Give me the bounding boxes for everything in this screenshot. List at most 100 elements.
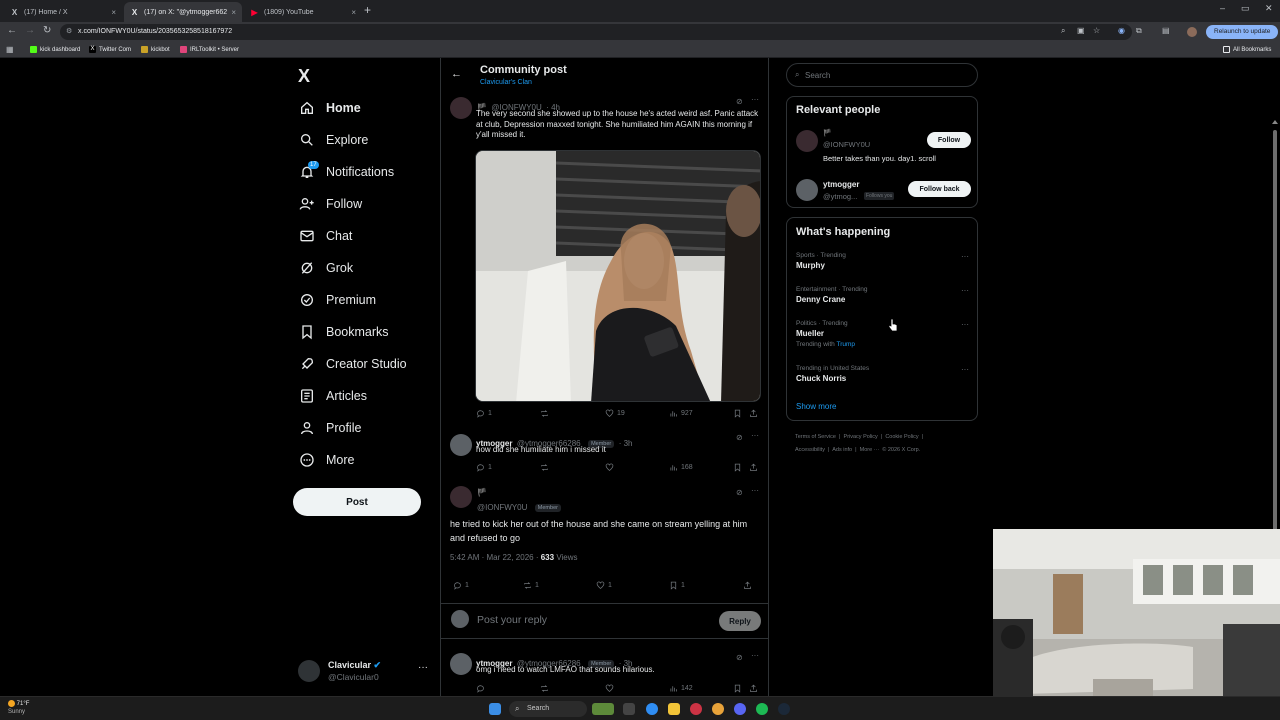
cast-icon[interactable]: ▣ (1077, 26, 1085, 35)
person-card[interactable]: ytmogger @ytmog... Follows you Follow ba… (796, 179, 971, 203)
reply-button[interactable]: 1 (476, 409, 540, 418)
account-more-icon[interactable]: ··· (418, 662, 428, 673)
avatar[interactable] (450, 486, 472, 508)
back-icon[interactable]: ← (7, 25, 17, 36)
close-tab-icon[interactable]: × (111, 8, 116, 17)
start-icon[interactable] (489, 703, 501, 715)
repost-button[interactable] (540, 409, 605, 418)
like-button[interactable]: 19 (605, 409, 669, 418)
avatar[interactable] (450, 97, 472, 119)
trend-item[interactable]: Sports · Trending Murphy ··· (796, 252, 971, 270)
weather-widget[interactable]: 71°F Sunny (8, 700, 29, 716)
trend-item[interactable]: Trending in United States Chuck Norris ·… (796, 365, 971, 383)
avatar[interactable] (450, 434, 472, 456)
extension-active-icon[interactable]: ◉ (1118, 26, 1125, 35)
close-tab-icon[interactable]: × (231, 8, 236, 17)
nav-articles[interactable]: Articles (298, 383, 367, 409)
nav-follow[interactable]: Follow (298, 191, 362, 217)
repost-button[interactable] (540, 463, 605, 472)
like-button[interactable] (605, 463, 669, 472)
bookmark-button[interactable] (733, 684, 749, 693)
bookmark-button[interactable] (733, 409, 749, 418)
nav-notifications[interactable]: 17 Notifications (298, 159, 394, 185)
all-bookmarks-button[interactable]: All Bookmarks (1223, 46, 1271, 53)
reply-button[interactable]: 1 (453, 581, 523, 590)
site-info-icon[interactable]: ⚙ (66, 27, 72, 35)
relaunch-button[interactable]: Relaunch to update (1206, 25, 1279, 39)
follow-back-button[interactable]: Follow back (908, 181, 971, 197)
grok-icon[interactable]: ⊘ (736, 653, 743, 662)
minimize-button[interactable]: – (1220, 3, 1225, 13)
trend-more-icon[interactable]: ··· (961, 320, 969, 329)
url-field[interactable]: ⚙ x.com/IONFWY0U/status/2035653258518167… (60, 24, 1132, 40)
like-button[interactable] (605, 684, 669, 693)
thread-post[interactable]: ytmogger @ytmogger66286 Member · 3h ⊘ ··… (441, 428, 768, 478)
nav-premium[interactable]: Premium (298, 287, 376, 313)
reply-button[interactable]: Reply (719, 611, 761, 631)
trend-item[interactable]: Entertainment · Trending Denny Crane ··· (796, 286, 971, 304)
reply-input[interactable]: Post your reply (477, 614, 547, 626)
follow-button[interactable]: Follow (927, 132, 971, 148)
browser-tab-post[interactable]: X (17) on X: "@ytmogger66286 × (124, 2, 242, 22)
reply-button[interactable]: 1 (476, 463, 540, 472)
bookmark-kickbot[interactable]: kickbot (141, 46, 170, 53)
cookie-link[interactable]: Cookie Policy (885, 434, 918, 440)
sidepanel-icon[interactable]: ▤ (1162, 26, 1170, 35)
maximize-button[interactable]: ▭ (1241, 3, 1250, 14)
nav-profile[interactable]: Profile (298, 415, 361, 441)
bookmark-button[interactable] (733, 463, 749, 472)
account-switcher[interactable]: Clavicular ✔ @Clavicular0 ··· (298, 658, 434, 686)
bookmark-kick-dashboard[interactable]: kick dashboard (30, 46, 80, 53)
post-more-icon[interactable]: ··· (751, 651, 759, 660)
spotify-icon[interactable] (756, 703, 768, 715)
nav-bookmarks[interactable]: Bookmarks (298, 319, 389, 345)
ads-info-link[interactable]: Ads info (832, 447, 852, 453)
forward-icon[interactable]: → (25, 25, 35, 36)
search-input[interactable]: ⌕ Search (786, 63, 978, 87)
views-button[interactable]: 142 (669, 684, 733, 693)
trend-link[interactable]: Trump (836, 341, 855, 348)
accessibility-link[interactable]: Accessibility (795, 447, 825, 453)
trend-more-icon[interactable]: ··· (961, 252, 969, 261)
steam-icon[interactable] (778, 703, 790, 715)
edge-icon[interactable] (646, 703, 658, 715)
show-more-link[interactable]: Show more (796, 402, 836, 411)
trend-more-icon[interactable]: ··· (961, 286, 969, 295)
bookmark-twitter-com[interactable]: X Twitter Com (89, 46, 131, 53)
new-tab-button[interactable]: + (364, 3, 371, 17)
repost-button[interactable]: 1 (523, 581, 596, 590)
community-link[interactable]: Clavicular's Clan (480, 79, 532, 86)
footer-more-link[interactable]: More ··· (860, 447, 880, 453)
nav-home[interactable]: Home (298, 95, 361, 121)
page-scrollbar[interactable] (1271, 118, 1279, 578)
taskbar-search[interactable]: ⌕ Search (509, 701, 587, 717)
avatar[interactable] (796, 130, 818, 152)
post-video[interactable] (475, 150, 761, 402)
browser-tab-youtube[interactable]: ▶ (1809) YouTube × (244, 2, 362, 22)
repost-button[interactable] (540, 684, 605, 693)
app-icon[interactable] (690, 703, 702, 715)
browser-tab-home[interactable]: X (17) Home / X × (4, 2, 122, 22)
trend-item[interactable]: Politics · Trending Mueller Trending wit… (796, 320, 971, 348)
trend-more-icon[interactable]: ··· (961, 365, 969, 374)
extensions-icon[interactable]: ⧉ (1136, 26, 1142, 36)
zoom-icon[interactable]: ⌕ (1061, 26, 1065, 36)
widget-thumbnail-icon[interactable] (592, 703, 614, 715)
views-button[interactable]: 927 (669, 409, 733, 418)
post-more-icon[interactable]: ··· (751, 486, 759, 495)
bookmark-button[interactable]: 1 (669, 581, 743, 590)
thread-post[interactable]: ytmogger @ytmogger66286 Member · 3h ⊘ ··… (441, 648, 768, 696)
back-button[interactable]: ← (451, 68, 462, 80)
share-button[interactable] (749, 684, 761, 693)
privacy-link[interactable]: Privacy Policy (844, 434, 878, 440)
nav-chat[interactable]: Chat (298, 223, 352, 249)
nav-explore[interactable]: Explore (298, 127, 368, 153)
bookmark-irltoolkit[interactable]: IRLToolkit • Server (180, 46, 239, 53)
apps-icon[interactable]: ▦ (6, 45, 14, 54)
like-button[interactable]: 1 (596, 581, 669, 590)
star-icon[interactable]: ☆ (1093, 26, 1100, 35)
grok-icon[interactable]: ⊘ (736, 488, 743, 497)
avatar[interactable] (796, 179, 818, 201)
post-more-icon[interactable]: ··· (751, 431, 759, 440)
avatar[interactable] (450, 653, 472, 675)
